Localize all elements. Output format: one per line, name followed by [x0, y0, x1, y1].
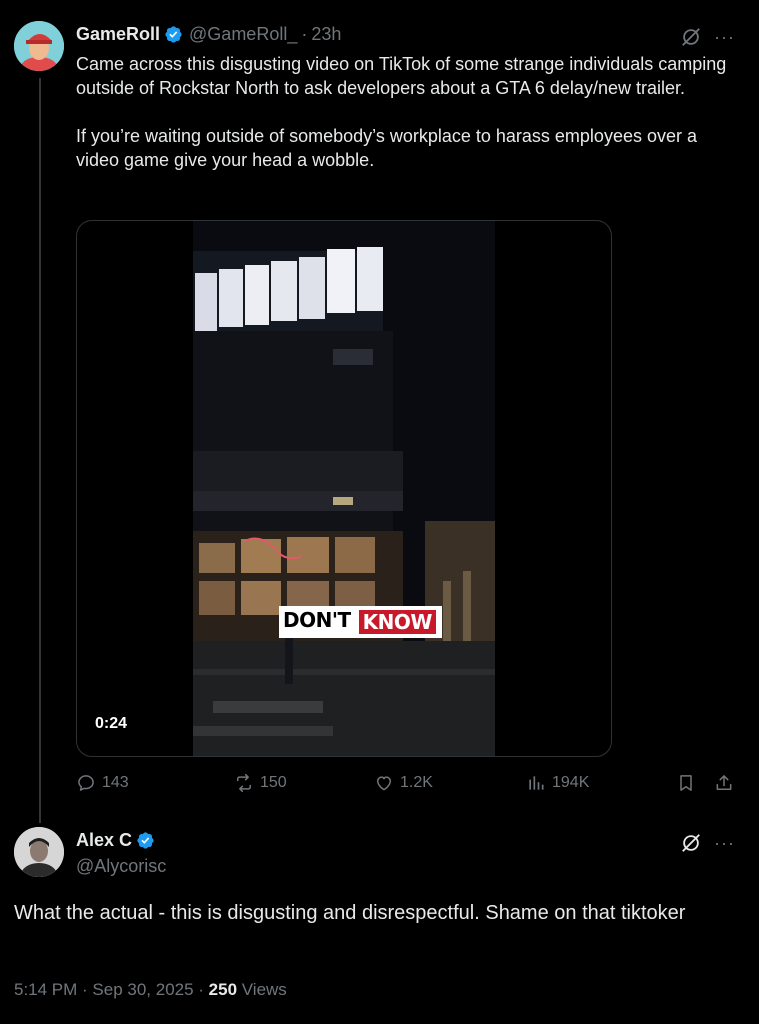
video-caption-word-2: KNOW [356, 608, 438, 636]
more-options-icon[interactable]: ··· [714, 834, 735, 852]
tweet-top-actions: ··· [680, 26, 735, 48]
tweet-text-paragraph-1: Came across this disgusting video on Tik… [76, 54, 727, 98]
reply-count: 143 [102, 774, 129, 791]
reply-timestamp[interactable]: 5:14 PM · Sep 30, 2025 · [14, 980, 209, 999]
reply-views-label: Views [237, 980, 287, 999]
views-button[interactable]: 194K [526, 773, 589, 793]
heart-icon [377, 776, 391, 791]
tweet-body: Came across this disgusting video on Tik… [76, 52, 736, 172]
author-handle[interactable]: @GameRoll_ [189, 24, 297, 45]
reply-button[interactable]: 143 [76, 773, 129, 793]
bookmark-icon [680, 775, 692, 791]
verified-badge-icon [137, 832, 154, 849]
reply-icon [78, 775, 94, 791]
like-count: 1.2K [400, 774, 433, 791]
reply-body: What the actual - this is disgusting and… [14, 902, 686, 924]
separator-dot: · [301, 24, 308, 44]
author-name[interactable]: GameRoll [76, 24, 160, 45]
like-button[interactable]: 1.2K [374, 773, 433, 793]
verified-badge-icon [165, 26, 182, 43]
reply-meta: 5:14 PM · Sep 30, 2025 · 250 Views [14, 980, 287, 1000]
reply-views-count: 250 [208, 980, 238, 999]
tweet-action-bar: 143 150 1.2K 194K [76, 773, 741, 799]
share-button[interactable] [714, 773, 734, 793]
gameroll-avatar[interactable] [14, 21, 64, 71]
video-player[interactable]: DON'T KNOW 0:24 [76, 220, 612, 757]
bookmark-button[interactable] [676, 773, 696, 793]
views-count: 194K [552, 774, 590, 791]
post-time[interactable]: 23h [311, 24, 341, 45]
more-options-icon[interactable]: ··· [714, 28, 735, 46]
reply-header: Alex C [76, 830, 155, 851]
video-duration: 0:24 [95, 715, 128, 732]
repost-count: 150 [260, 774, 287, 791]
tweet-header: GameRoll @GameRoll_ · 23h [76, 24, 341, 45]
tweet-text-paragraph-2: If you’re waiting outside of somebody’s … [76, 126, 697, 170]
reply-handle-row: @Alycorisc [76, 856, 166, 877]
reply-top-actions: ··· [680, 832, 735, 854]
alexc-avatar[interactable] [14, 827, 64, 877]
grok-icon[interactable] [680, 832, 702, 854]
reply-author-name[interactable]: Alex C [76, 830, 132, 851]
video-caption: DON'T KNOW [279, 606, 442, 638]
video-still-image [193, 221, 495, 756]
grok-icon[interactable] [680, 26, 702, 48]
reply-author-handle[interactable]: @Alycorisc [76, 856, 166, 877]
post-thread: GameRoll @GameRoll_ · 23h ··· Came acros… [0, 0, 759, 1024]
thread-connector-line [39, 78, 41, 823]
repost-icon [237, 773, 251, 793]
analytics-bar-icon [529, 776, 544, 790]
video-caption-word-1: DON'T [283, 608, 351, 632]
share-icon [716, 775, 732, 790]
video-frame[interactable]: DON'T KNOW [193, 221, 495, 756]
repost-button[interactable]: 150 [234, 773, 287, 793]
